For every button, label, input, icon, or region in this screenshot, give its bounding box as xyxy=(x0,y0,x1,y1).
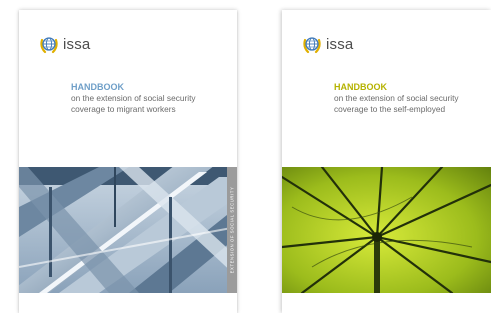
subtitle-line: coverage to the self-employed xyxy=(334,104,446,114)
subtitle-line: on the extension of social security xyxy=(71,93,196,103)
handbook-cover-migrant-workers[interactable]: issa HANDBOOK on the extension of social… xyxy=(19,10,237,313)
subtitle-line: coverage to migrant workers xyxy=(71,104,176,114)
cover-heading: HANDBOOK xyxy=(334,82,387,92)
handbook-cover-self-employed[interactable]: issa HANDBOOK on the extension of social… xyxy=(282,10,491,313)
logo-text: issa xyxy=(63,36,91,53)
escalator-photo xyxy=(19,167,237,293)
issa-logo: issa xyxy=(39,35,90,55)
cover-heading: HANDBOOK xyxy=(71,82,124,92)
cover-subtitle: on the extension of social security cove… xyxy=(334,93,491,115)
umbrella-photo xyxy=(282,167,491,293)
cover-subtitle: on the extension of social security cove… xyxy=(71,93,231,115)
globe-laurel-icon xyxy=(40,37,58,54)
spine-label: EXTENSION OF SOCIAL SECURITY xyxy=(227,167,237,293)
issa-logo: issa xyxy=(302,35,353,55)
subtitle-line: on the extension of social security xyxy=(334,93,459,103)
spine-text: EXTENSION OF SOCIAL SECURITY xyxy=(229,186,235,274)
logo-text: issa xyxy=(326,36,354,53)
globe-laurel-icon xyxy=(303,37,321,54)
